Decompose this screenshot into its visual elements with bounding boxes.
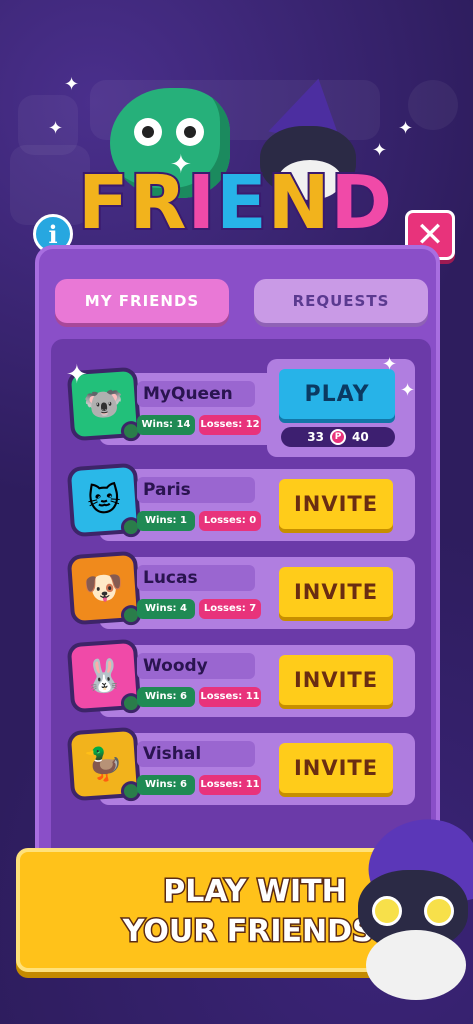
sparkle-icon: ✦	[400, 380, 416, 401]
wizard-cat-icon: 🐱	[86, 479, 122, 521]
tab-bar: MY FRIENDS REQUESTS	[55, 279, 428, 327]
list-item: 🐱 Paris Wins: 1 Losses: 0 INVITE	[66, 462, 415, 541]
sparkle-icon: ✦	[66, 360, 88, 390]
stake-min: 33	[307, 430, 324, 444]
tab-requests[interactable]: REQUESTS	[254, 279, 428, 323]
title-letter: N	[266, 158, 332, 248]
sparkle-icon: ✦	[398, 118, 414, 139]
invite-button[interactable]: INVITE	[279, 479, 393, 529]
friend-name: MyQueen	[137, 381, 255, 407]
friend-name: Woody	[137, 653, 255, 679]
avatar[interactable]: 🐰	[66, 638, 142, 714]
coin-icon: P	[330, 429, 346, 445]
list-item: 🐰 Woody Wins: 6 Losses: 11 INVITE	[66, 638, 415, 717]
friend-name: Paris	[137, 477, 255, 503]
play-button[interactable]: PLAY	[279, 369, 395, 419]
koala-icon: 🐨	[82, 383, 126, 425]
list-item: 🦆 Vishal Wins: 6 Losses: 11 INVITE	[66, 726, 415, 805]
title-letter: D	[329, 158, 394, 248]
wins-badge: Wins: 4	[137, 599, 195, 619]
avatar[interactable]: 🐶	[66, 550, 142, 626]
wins-badge: Wins: 6	[137, 687, 195, 707]
invite-button[interactable]: INVITE	[279, 655, 393, 705]
bunny-icon: 🐰	[82, 655, 126, 697]
wins-badge: Wins: 6	[137, 775, 195, 795]
list-item: 🐨 MyQueen Wins: 14 Losses: 12 PLAY 33 P …	[66, 359, 415, 457]
sparkle-icon: ✦	[64, 74, 80, 95]
friend-name: Lucas	[137, 565, 255, 591]
losses-badge: Losses: 11	[199, 687, 261, 707]
losses-badge: Losses: 11	[199, 775, 261, 795]
tab-my-friends[interactable]: MY FRIENDS	[55, 279, 229, 323]
losses-badge: Losses: 12	[199, 415, 261, 435]
invite-button[interactable]: INVITE	[279, 567, 393, 617]
title-letter: R	[128, 158, 189, 248]
title-letter: I	[186, 158, 218, 248]
friends-panel: MY FRIENDS REQUESTS 🐨 MyQueen Wins: 14 L…	[35, 245, 440, 885]
invite-button[interactable]: INVITE	[279, 743, 393, 793]
losses-badge: Losses: 0	[199, 511, 261, 531]
avatar[interactable]: 🐱	[66, 462, 142, 538]
wizard-cat-mascot-icon	[348, 808, 473, 1020]
friend-name: Vishal	[137, 741, 255, 767]
friends-list: 🐨 MyQueen Wins: 14 Losses: 12 PLAY 33 P …	[51, 339, 431, 869]
stake-range: 33 P 40	[281, 427, 395, 447]
losses-badge: Losses: 7	[199, 599, 261, 619]
avatar[interactable]: 🦆	[66, 726, 142, 802]
sparkle-icon: ✦	[48, 118, 64, 139]
platypus-icon: 🦆	[82, 743, 126, 785]
wins-badge: Wins: 1	[137, 511, 195, 531]
sparkle-icon: ✦	[382, 354, 398, 375]
list-item: 🐶 Lucas Wins: 4 Losses: 7 INVITE	[66, 550, 415, 629]
title-letter: F	[76, 158, 131, 248]
title-letter: E	[214, 158, 269, 248]
stake-max: 40	[352, 430, 369, 444]
wins-badge: Wins: 14	[137, 415, 195, 435]
page-title: FRIENDS	[68, 158, 403, 338]
dog-king-icon: 🐶	[82, 567, 126, 609]
